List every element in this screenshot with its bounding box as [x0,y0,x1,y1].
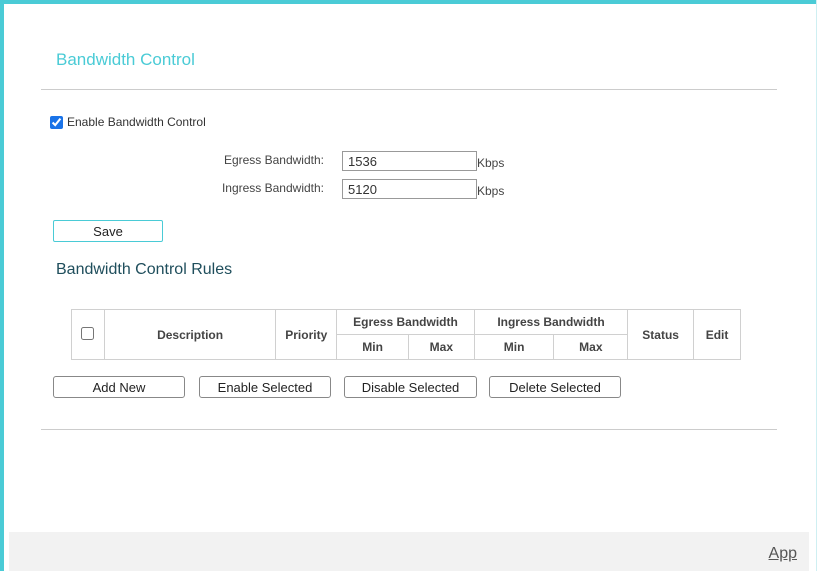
ingress-bandwidth-input[interactable] [342,179,477,199]
enable-selected-button[interactable]: Enable Selected [199,376,331,398]
window-top-border [0,0,817,4]
column-header-egress-max: Max [407,334,475,360]
egress-unit: Kbps [477,156,505,170]
column-header-priority: Priority [275,309,338,360]
bandwidth-rules-table: Description Priority Egress Bandwidth In… [71,309,741,360]
column-header-ingress-bandwidth: Ingress Bandwidth [473,309,629,335]
column-header-ingress-min: Min [473,334,555,360]
column-header-ingress-max: Max [553,334,629,360]
footer-bar: App [9,532,809,571]
bottom-divider [41,429,777,430]
title-divider [41,89,777,90]
select-all-checkbox[interactable] [81,326,95,340]
enable-bandwidth-control-label: Enable Bandwidth Control [67,115,206,129]
ingress-bandwidth-label: Ingress Bandwidth: [221,181,324,195]
column-header-egress-min: Min [336,334,409,360]
window-left-border [0,0,4,571]
footer-app-link[interactable]: App [769,545,797,563]
egress-bandwidth-label: Egress Bandwidth: [223,153,324,167]
save-button[interactable]: Save [53,220,163,242]
column-header-edit: Edit [693,309,741,360]
column-header-egress-bandwidth: Egress Bandwidth [336,309,475,335]
ingress-unit: Kbps [477,184,505,198]
disable-selected-button[interactable]: Disable Selected [344,376,477,398]
column-header-status: Status [627,309,695,360]
add-new-button[interactable]: Add New [53,376,185,398]
page-title: Bandwidth Control [56,50,195,69]
column-header-description: Description [103,309,277,360]
egress-bandwidth-input[interactable] [342,151,477,171]
rules-section-title: Bandwidth Control Rules [56,261,233,278]
enable-bandwidth-control-row[interactable]: Enable Bandwidth Control [50,115,206,129]
delete-selected-button[interactable]: Delete Selected [489,376,621,398]
select-all-cell [71,309,105,360]
enable-bandwidth-control-checkbox[interactable] [50,115,63,129]
